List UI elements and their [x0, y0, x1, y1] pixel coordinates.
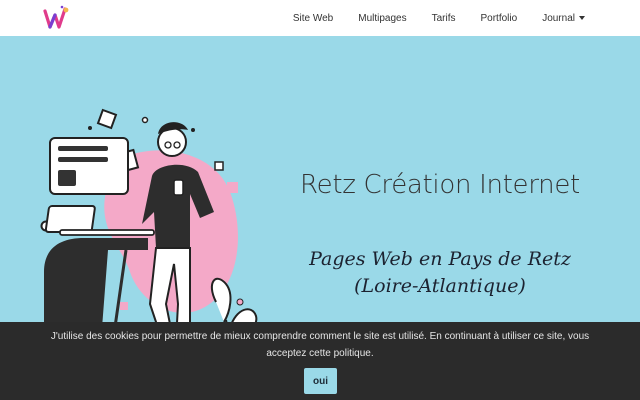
- man-with-phone-illustration: [40, 108, 258, 355]
- caret-down-icon: [579, 16, 585, 20]
- main-menu: Site Web Multipages Tarifs Portfolio Jou…: [293, 0, 585, 36]
- hero-subtitle: Pages Web en Pays de Retz (Loire-Atlanti…: [300, 246, 580, 300]
- nav-item-label: Journal: [542, 12, 575, 24]
- top-navigation-bar: Site Web Multipages Tarifs Portfolio Jou…: [0, 0, 640, 36]
- hero-subtitle-line-1: Pages Web en Pays de Retz: [309, 248, 571, 270]
- nav-item-portfolio[interactable]: Portfolio: [481, 13, 518, 24]
- nav-item-label: Tarifs: [431, 12, 456, 24]
- logo-w-icon[interactable]: [42, 5, 70, 31]
- nav-item-label: Portfolio: [480, 12, 518, 24]
- accept-cookies-button[interactable]: oui: [304, 368, 337, 394]
- nav-item-multipages[interactable]: Multipages: [358, 13, 406, 24]
- nav-item-site-web[interactable]: Site Web: [293, 13, 333, 24]
- hero-title: Retz Création Internet: [300, 170, 580, 200]
- cookie-message: J'utilise des cookies pour permettre de …: [50, 331, 590, 359]
- nav-item-label: Site Web: [292, 12, 334, 24]
- nav-item-tarifs[interactable]: Tarifs: [432, 13, 456, 24]
- nav-item-label: Multipages: [358, 12, 407, 24]
- hero-subtitle-line-2: (Loire-Atlantique): [354, 275, 526, 297]
- nav-item-journal[interactable]: Journal: [542, 13, 585, 24]
- cookie-banner: J'utilise des cookies pour permettre de …: [0, 322, 640, 400]
